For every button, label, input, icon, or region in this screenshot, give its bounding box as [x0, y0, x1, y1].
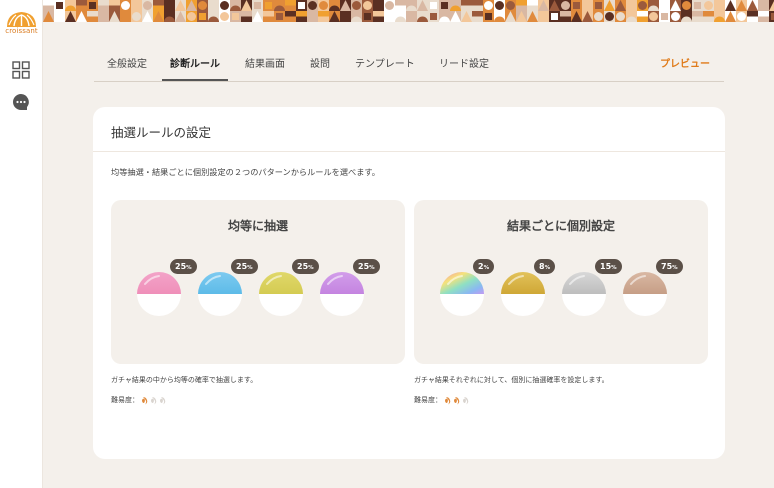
active-tab-underline	[162, 79, 228, 81]
difficulty-icons	[444, 396, 471, 405]
lottery-rule-card: 抽選ルールの設定 均等抽選・結果ごとに個別設定の２つのパターンからルールを選べま…	[93, 107, 725, 459]
card-description: 均等抽選・結果ごとに個別設定の２つのパターンからルールを選べます。	[111, 167, 380, 177]
gacha-capsule-icon	[440, 272, 484, 316]
probability-unit: %	[544, 265, 551, 271]
probability-badge: 15%	[595, 259, 622, 274]
option-note: ガチャ結果の中から均等の確率で抽選します。	[111, 376, 258, 384]
preview-button[interactable]: プレビュー	[660, 55, 710, 70]
croissant-filled-icon	[445, 396, 451, 404]
card-title: 抽選ルールの設定	[111, 125, 212, 140]
difficulty-indicator: 難易度：	[414, 395, 471, 405]
gacha-capsule-icon	[198, 272, 242, 316]
option-title: 均等に抽選	[227, 219, 288, 233]
croissant-empty-icon	[151, 396, 157, 404]
probability-value: 25	[358, 262, 370, 271]
tab-templates[interactable]: テンプレート	[355, 55, 415, 70]
option-note: ガチャ結果それぞれに対して、個別に抽選確率を設定します。	[414, 376, 609, 384]
probability-unit: %	[483, 265, 490, 271]
probability-unit: %	[369, 265, 375, 271]
croissant-filled-icon	[454, 396, 460, 404]
gacha-capsule-icon	[137, 272, 181, 316]
probability-unit: %	[186, 265, 192, 271]
difficulty-indicator: 難易度：	[111, 395, 168, 405]
probability-badge: 25%	[170, 259, 197, 274]
pattern-banner	[43, 0, 774, 22]
croissant-empty-icon	[463, 396, 469, 404]
tab-result-screen[interactable]: 結果画面	[245, 55, 285, 70]
probability-value: 25	[297, 262, 309, 271]
option-equal-lottery[interactable]: 均等に抽選 25% 25% 25% 25%	[111, 200, 405, 364]
probability-value: 25	[175, 262, 187, 271]
probability-badge: 25%	[353, 259, 380, 274]
option-title: 結果ごとに個別設定	[506, 219, 615, 233]
logo-text: croissant	[5, 27, 38, 35]
probability-unit: %	[247, 265, 253, 271]
sidebar: croissant	[0, 0, 43, 488]
grid-icon[interactable]	[12, 61, 30, 79]
gacha-capsule-icon	[259, 272, 303, 316]
difficulty-icons	[141, 396, 168, 405]
probability-unit: %	[308, 265, 314, 271]
probability-badge: 25%	[231, 259, 258, 274]
tab-bar: 全般設定 診断ルール 結果画面 設問 テンプレート リード設定 プレビュー	[94, 46, 724, 82]
probability-badge: 25%	[292, 259, 319, 274]
probability-badge: 8%	[534, 259, 556, 274]
probability-value: 25	[236, 262, 248, 271]
probability-value: 15	[600, 262, 612, 271]
croissant-filled-icon	[142, 396, 148, 404]
probability-value: 75	[661, 262, 673, 271]
chat-bubble-icon[interactable]	[12, 93, 30, 111]
tab-lead-settings[interactable]: リード設定	[439, 55, 489, 70]
probability-badge: 75%	[656, 259, 683, 274]
probability-unit: %	[611, 265, 617, 271]
gacha-capsule-icon	[623, 272, 667, 316]
divider	[93, 151, 725, 152]
probability-unit: %	[672, 265, 678, 271]
gacha-capsule-icon	[562, 272, 606, 316]
tab-questions[interactable]: 設問	[310, 55, 330, 70]
gacha-capsule-icon	[501, 272, 545, 316]
difficulty-label: 難易度：	[414, 396, 442, 404]
tab-general-settings[interactable]: 全般設定	[107, 55, 147, 70]
option-individual-setting[interactable]: 結果ごとに個別設定 2% 8% 15% 75%	[414, 200, 708, 364]
difficulty-label: 難易度：	[111, 396, 139, 404]
probability-badge: 2%	[473, 259, 495, 274]
gacha-capsule-icon	[320, 272, 364, 316]
croissant-empty-icon	[160, 396, 166, 404]
tab-diagnosis-rules[interactable]: 診断ルール	[170, 55, 220, 70]
